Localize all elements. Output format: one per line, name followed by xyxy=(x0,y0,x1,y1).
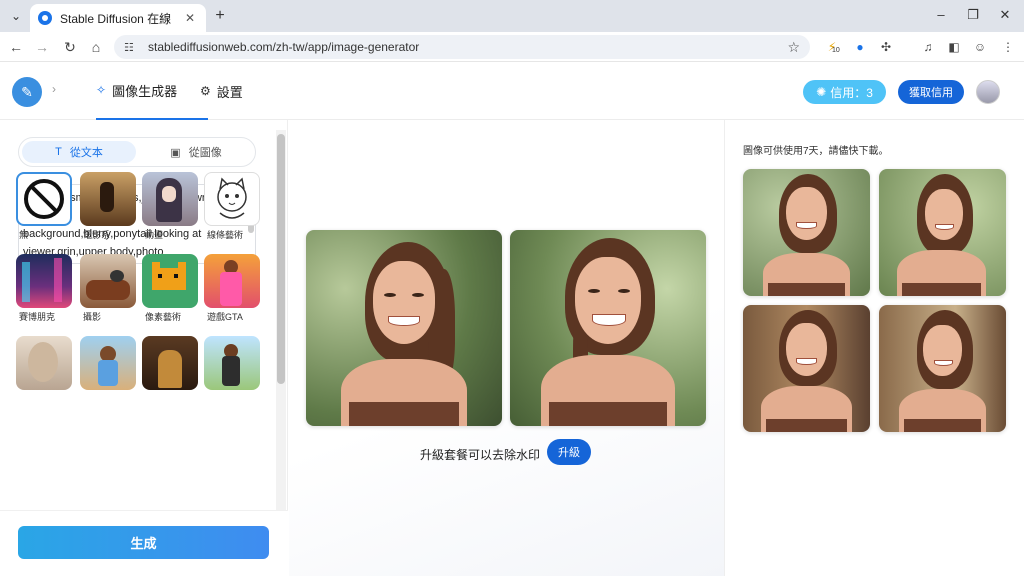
style-item-9[interactable] xyxy=(16,336,72,392)
style-gta[interactable]: 遊戲GTA xyxy=(204,254,260,323)
back-arrow-icon[interactable]: ← xyxy=(6,37,26,57)
style-item-12[interactable] xyxy=(204,336,260,392)
image-icon: ▣ xyxy=(170,146,181,159)
tab-settings[interactable]: ⚙ 設置 xyxy=(200,62,260,120)
history-image-2[interactable] xyxy=(879,169,1006,296)
extension-badge: 10 xyxy=(832,47,840,54)
style-cinematic-thumb xyxy=(80,172,136,226)
upgrade-button[interactable]: 升級 xyxy=(547,439,591,465)
style-photography-thumb xyxy=(80,254,136,308)
style-anime[interactable]: 動畫 xyxy=(142,172,198,241)
browser-tab-title: Stable Diffusion 在線 xyxy=(60,11,172,26)
style-item-10[interactable] xyxy=(80,336,136,392)
style-caption: 線條藝術 xyxy=(207,230,244,240)
credits-label: 信用：3 xyxy=(830,85,873,100)
style-caption: 像素藝術 xyxy=(145,312,182,322)
style-item-9-thumb xyxy=(16,336,72,390)
home-icon[interactable]: ⌂ xyxy=(86,37,106,57)
tab-search-chevron-icon[interactable]: ⌄ xyxy=(6,6,26,26)
history-image-4[interactable] xyxy=(879,305,1006,432)
style-photography[interactable]: 攝影 xyxy=(80,254,136,323)
text-icon: T xyxy=(55,146,62,158)
history-image-3[interactable] xyxy=(743,305,870,432)
app-logo-icon[interactable]: ✎ xyxy=(12,77,42,107)
tab-image-generator[interactable]: ✧ 圖像生成器 xyxy=(96,62,208,120)
tab-settings-label: 設置 xyxy=(216,84,243,100)
forward-arrow-icon[interactable]: → xyxy=(32,37,52,57)
get-credits-button[interactable]: 獲取信用 xyxy=(898,80,964,104)
style-none-thumb xyxy=(16,172,72,226)
style-gta-thumb xyxy=(204,254,260,308)
upgrade-notice: 升級套餐可以去除水印 xyxy=(420,448,541,462)
style-item-10-thumb xyxy=(80,336,136,390)
credits-badge[interactable]: ✺ 信用：3 xyxy=(803,80,886,104)
reload-icon[interactable]: ↻ xyxy=(60,37,80,57)
from-text-label: 從文本 xyxy=(69,147,103,159)
browser-tab[interactable]: Stable Diffusion 在線 ✕ xyxy=(30,4,206,32)
left-panel-scrollbar-thumb[interactable] xyxy=(277,134,285,384)
style-caption: 攝影 xyxy=(83,312,102,322)
style-cyberpunk-thumb xyxy=(16,254,72,308)
generate-button[interactable]: 生成 xyxy=(18,526,269,559)
style-item-11-thumb xyxy=(142,336,198,390)
extensions-puzzle-icon[interactable]: ✣ xyxy=(876,37,896,57)
profile-icon[interactable]: ☺ xyxy=(970,37,990,57)
site-favicon-icon xyxy=(38,11,52,25)
address-bar[interactable]: ☷ stablediffusionweb.com/zh-tw/app/image… xyxy=(114,35,810,59)
style-cyberpunk[interactable]: 賽博朋克 xyxy=(16,254,72,323)
from-image-tab[interactable]: ▣ 從圖像 xyxy=(139,141,253,163)
chevron-right-icon[interactable]: › xyxy=(52,82,56,96)
browser-tab-bar: ⌄ Stable Diffusion 在線 ✕ + – ❐ ✕ xyxy=(0,0,1024,32)
media-controls-icon[interactable]: ♫ xyxy=(918,37,938,57)
tab-image-generator-label: 圖像生成器 xyxy=(112,83,178,99)
credits-coin-icon: ✺ xyxy=(816,85,827,99)
style-line-art[interactable]: 線條藝術 xyxy=(204,172,260,241)
bookmark-star-icon[interactable]: ☆ xyxy=(787,39,800,56)
side-panel-icon[interactable]: ◧ xyxy=(944,37,964,57)
magic-wand-icon: ✧ xyxy=(96,83,107,97)
gear-icon: ⚙ xyxy=(200,84,211,98)
minimize-window-icon[interactable]: – xyxy=(926,4,956,26)
no-style-icon xyxy=(24,179,64,219)
user-avatar[interactable] xyxy=(976,80,1000,104)
style-line-art-thumb xyxy=(204,172,260,226)
close-window-icon[interactable]: ✕ xyxy=(990,4,1020,26)
site-settings-icon[interactable]: ☷ xyxy=(124,41,138,54)
result-image-2[interactable] xyxy=(510,230,706,426)
browser-menu-icon[interactable]: ⋮ xyxy=(998,37,1018,57)
history-image-1[interactable] xyxy=(743,169,870,296)
mode-switch: T 從文本 ▣ 從圖像 xyxy=(18,137,256,167)
style-item-11[interactable] xyxy=(142,336,198,392)
style-item-12-thumb xyxy=(204,336,260,390)
style-none[interactable]: 無 xyxy=(16,172,72,241)
extension-blue-icon[interactable]: ● xyxy=(850,37,870,57)
result-image-1[interactable] xyxy=(306,230,502,426)
address-url[interactable]: stablediffusionweb.com/zh-tw/app/image-g… xyxy=(148,40,787,54)
close-tab-icon[interactable]: ✕ xyxy=(182,11,198,25)
style-caption: 賽博朋克 xyxy=(19,312,56,322)
style-caption: 無 xyxy=(19,230,29,240)
browser-toolbar: ← → ↻ ⌂ ☷ stablediffusionweb.com/zh-tw/a… xyxy=(0,32,1024,62)
style-anime-thumb xyxy=(142,172,198,226)
style-caption: 電影系 xyxy=(83,230,111,240)
app-header: ✎ › ✧ 圖像生成器 ⚙ 設置 ✺ 信用：3 獲取信用 xyxy=(0,62,1024,120)
style-caption: 動畫 xyxy=(145,230,164,240)
style-pixel-art[interactable]: 像素藝術 xyxy=(142,254,198,323)
style-cinematic[interactable]: 電影系 xyxy=(80,172,136,241)
new-tab-button[interactable]: + xyxy=(210,6,230,26)
restore-window-icon[interactable]: ❐ xyxy=(958,4,988,26)
style-caption: 遊戲GTA xyxy=(207,312,243,322)
from-image-label: 從圖像 xyxy=(188,147,222,159)
style-pixel-art-thumb xyxy=(142,254,198,308)
from-text-tab[interactable]: T 從文本 xyxy=(22,141,136,163)
history-note: 圖像可供使用7天，請儘快下載。 xyxy=(743,146,889,157)
